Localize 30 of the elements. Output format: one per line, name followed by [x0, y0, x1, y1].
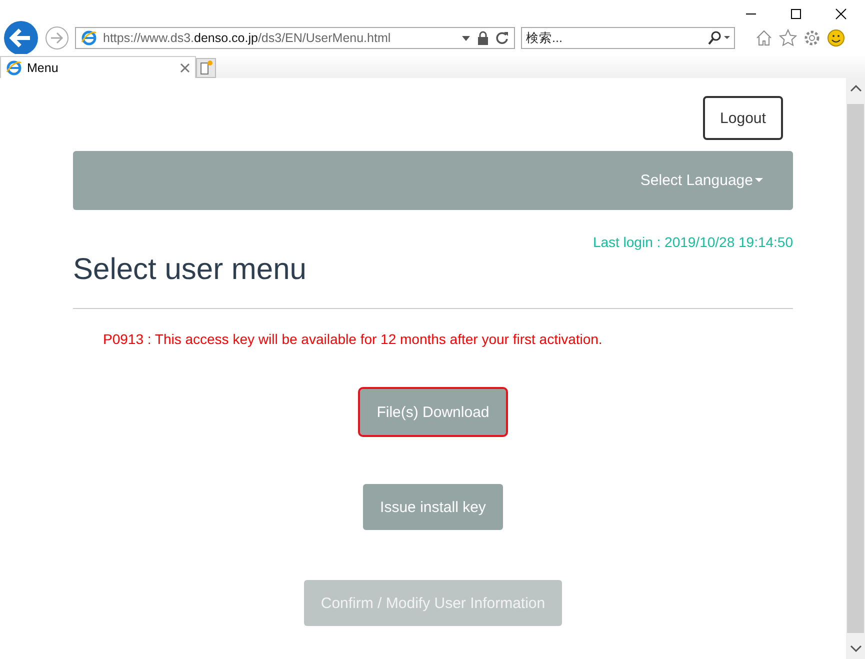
browser-logo-icon: [81, 30, 97, 46]
caret-icon: [755, 178, 763, 183]
maximize-icon[interactable]: [790, 8, 802, 20]
new-tab-icon[interactable]: [196, 58, 216, 78]
tab-label: Menu: [27, 60, 60, 74]
home-icon[interactable]: [755, 29, 773, 47]
menu-button[interactable]: Issue install key: [363, 484, 503, 530]
refresh-icon[interactable]: [495, 31, 509, 45]
scroll-up-icon[interactable]: [850, 84, 862, 92]
logout-button[interactable]: Logout: [703, 96, 783, 140]
scroll-down-icon[interactable]: [850, 645, 862, 653]
browser-logo-icon: [6, 60, 22, 76]
settings-icon[interactable]: [803, 29, 821, 47]
scrollbar[interactable]: [846, 78, 865, 659]
menu-button[interactable]: File(s) Download: [360, 389, 506, 435]
url-text: https://www.ds3.denso.co.jp/ds3/EN/UserMenu.html: [103, 31, 392, 45]
back-icon[interactable]: [3, 20, 39, 56]
page-title: Select user menu: [73, 253, 308, 287]
search-icon[interactable]: [707, 31, 731, 45]
notice-message: P0913 : This access key will be available for 12 months after your first activation.: [103, 331, 604, 347]
lock-icon: [477, 31, 489, 45]
search-field[interactable]: 検索...: [521, 27, 735, 49]
star-icon[interactable]: [779, 29, 797, 47]
close-icon[interactable]: [835, 8, 847, 20]
last-login-text: Last login : 2019/10/28 19:14:50: [592, 234, 793, 250]
address-bar[interactable]: https://www.ds3.denso.co.jp/ds3/EN/UserMenu.html: [75, 27, 515, 49]
smiley-icon[interactable]: [827, 29, 845, 47]
language-dropdown[interactable]: Select Language: [640, 172, 763, 189]
dropdown-caret-icon[interactable]: [461, 33, 471, 43]
browser-tab[interactable]: Menu: [0, 56, 196, 78]
